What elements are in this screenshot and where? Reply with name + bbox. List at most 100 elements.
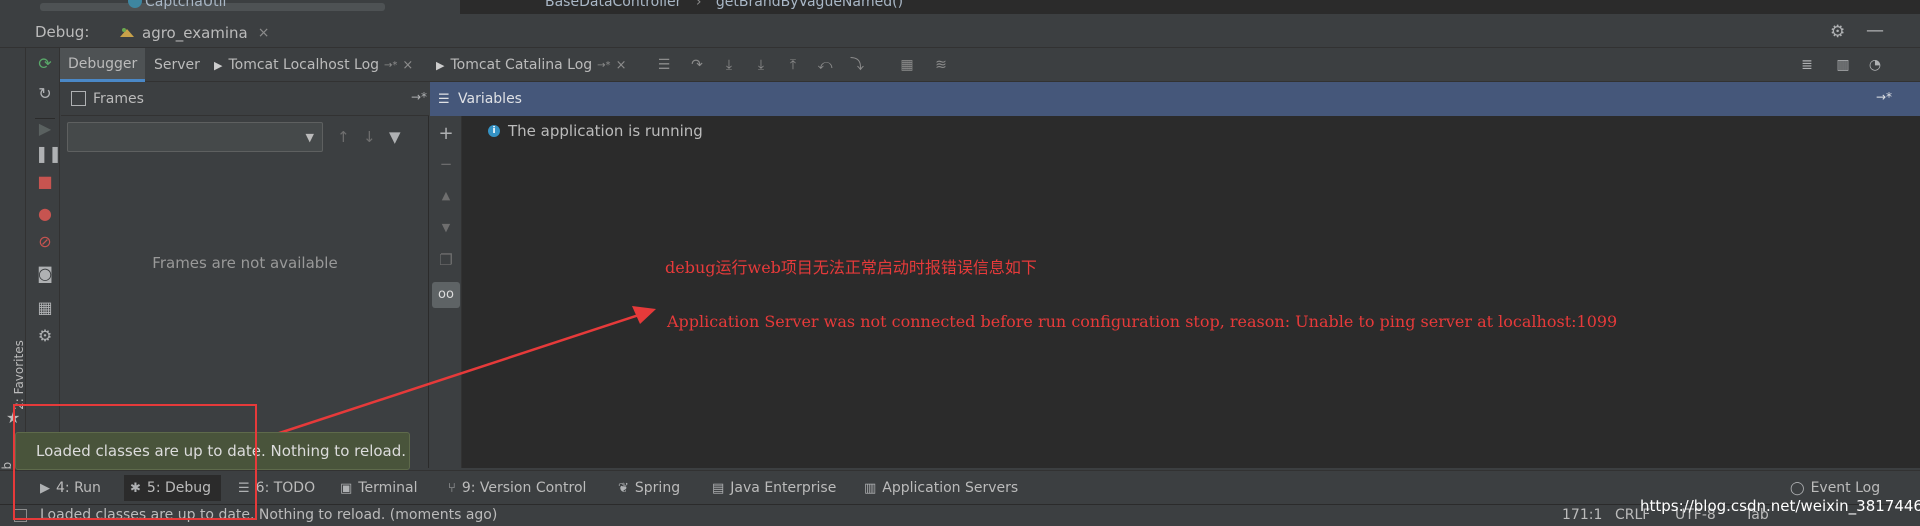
force-step-into-icon[interactable]: ⤓ xyxy=(752,57,770,73)
java-enterprise-icon: ▤ xyxy=(712,480,725,496)
caret-position[interactable]: 171:1 xyxy=(1562,507,1602,523)
step-over-icon[interactable]: ↷ xyxy=(688,57,706,73)
evaluate-expression-icon[interactable]: ▦ xyxy=(898,57,916,73)
move-down-icon[interactable]: ▼ xyxy=(438,220,454,236)
move-up-icon[interactable]: ▲ xyxy=(438,188,454,204)
chevron-down-icon: ▼ xyxy=(305,131,314,144)
tab-catalina-log-label: Tomcat Catalina Log xyxy=(450,57,593,73)
pause-icon[interactable]: ❚❚ xyxy=(35,144,62,164)
rerun-icon[interactable]: ⟳ xyxy=(35,54,55,74)
frames-empty-text: Frames are not available xyxy=(152,254,338,272)
tomcat-icon xyxy=(120,28,134,37)
tool-window-bar: ▶ 4: Run ✱ 5: Debug ☰ 6: TODO ▣ Terminal… xyxy=(0,470,1920,504)
copy-icon[interactable]: ❐ xyxy=(438,252,454,268)
run-to-cursor-icon[interactable]: ⤵ xyxy=(848,57,866,73)
breadcrumb[interactable]: BaseDataController › getBrandByVagueName… xyxy=(545,0,903,10)
variables-content: i The application is running xyxy=(462,116,1920,468)
breadcrumb-class[interactable]: BaseDataController xyxy=(545,0,681,10)
status-bar: Loaded classes are up to date. Nothing t… xyxy=(0,504,1920,526)
frames-title: Frames xyxy=(93,91,144,107)
annotation-title: debug运行web项目无法正常启动时报错误信息如下 xyxy=(665,258,1037,277)
tool-java-enterprise[interactable]: ▤ Java Enterprise xyxy=(712,478,836,498)
frames-header: Frames →* xyxy=(61,82,429,116)
gear-icon[interactable]: ⚙ xyxy=(1830,22,1848,42)
resume-icon[interactable]: ▶ xyxy=(35,118,55,138)
pin-icon[interactable]: →* xyxy=(384,60,397,71)
tab-localhost-log-label: Tomcat Localhost Log xyxy=(228,57,380,73)
variables-toolbar: + − ▲ ▼ ❐ oo xyxy=(430,116,462,468)
step-out-icon[interactable]: ⤒ xyxy=(784,57,802,73)
thread-selector[interactable]: ▼ xyxy=(67,122,323,152)
breadcrumb-separator: › xyxy=(695,0,702,10)
tool-event-log[interactable]: ◯ Event Log xyxy=(1790,478,1880,498)
add-watch-icon[interactable]: + xyxy=(438,125,454,143)
editor-strip: CaptchaUtil BaseDataController › getBran… xyxy=(0,0,1920,14)
favorites-tool-button[interactable]: 2: Favorites xyxy=(12,340,26,410)
tool-spring-label: Spring xyxy=(634,480,681,496)
mute-breakpoints-icon[interactable]: ⊘ xyxy=(35,232,55,252)
restore-layout-icon[interactable]: ≣ xyxy=(1798,57,1816,73)
layout-settings-icon[interactable]: ▥ xyxy=(1834,57,1852,73)
tool-application-servers[interactable]: ▥ Application Servers xyxy=(864,478,1018,498)
filter-icon[interactable]: ▼ xyxy=(389,128,401,146)
debug-session-tab[interactable]: agro_examina × xyxy=(110,20,277,46)
annotation-highlight-box xyxy=(13,404,257,520)
pin-icon[interactable]: →* xyxy=(597,60,610,71)
trace-stream-icon[interactable]: ≋ xyxy=(932,57,950,73)
debug-tool-window-header: Debug: agro_examina × ⚙ — xyxy=(0,14,1920,48)
step-into-icon[interactable]: ⤓ xyxy=(720,57,738,73)
console-icon: ▶ xyxy=(436,58,445,72)
drop-frame-icon[interactable]: ⤺ xyxy=(816,57,834,73)
tab-debugger[interactable]: Debugger xyxy=(60,48,146,82)
pin-icon[interactable]: →* xyxy=(411,90,427,104)
spring-leaf-icon: ❦ xyxy=(618,480,629,496)
pin-icon[interactable]: →* xyxy=(1876,90,1892,104)
close-icon[interactable]: × xyxy=(402,58,413,73)
event-log-icon: ◯ xyxy=(1790,480,1805,496)
class-name[interactable]: CaptchaUtil xyxy=(145,0,226,10)
next-frame-icon[interactable]: ↓ xyxy=(363,128,376,146)
tool-todo-label: 6: TODO xyxy=(255,480,316,496)
tool-version-control[interactable]: ⑂ 9: Version Control xyxy=(448,478,586,498)
show-execution-point-icon[interactable]: ☰ xyxy=(655,57,673,73)
tool-java-ee-label: Java Enterprise xyxy=(730,480,837,496)
tool-terminal[interactable]: ▣ Terminal xyxy=(340,478,417,498)
settings-icon[interactable]: ⚙ xyxy=(35,326,55,346)
debug-session-name: agro_examina xyxy=(142,24,248,42)
update-icon[interactable]: ↻ xyxy=(35,84,55,104)
tab-tomcat-localhost-log[interactable]: ▶ Tomcat Localhost Log →* × xyxy=(206,48,421,82)
breadcrumb-method[interactable]: getBrandByVagueNamed() xyxy=(716,0,903,10)
debug-title: Debug: xyxy=(35,23,90,41)
tool-spring[interactable]: ❦ Spring xyxy=(618,478,680,498)
running-message-text: The application is running xyxy=(508,122,703,140)
glasses-icon[interactable]: oo xyxy=(432,282,460,308)
watermark: https://blog.csdn.net/weixin_38174468 xyxy=(1640,497,1920,515)
view-breakpoints-icon[interactable]: ● xyxy=(35,204,55,224)
gauge-icon[interactable]: ◔ xyxy=(1866,57,1884,73)
close-icon[interactable]: × xyxy=(616,58,627,73)
tool-event-log-label: Event Log xyxy=(1810,480,1881,496)
debug-tab-bar: Debugger Server ▶ Tomcat Localhost Log →… xyxy=(60,48,1920,82)
branch-icon: ⑂ xyxy=(448,480,456,496)
variables-header: ☰ Variables →* xyxy=(430,82,1920,116)
layout-icon[interactable]: ▦ xyxy=(35,298,55,318)
info-icon: i xyxy=(488,125,500,137)
tool-terminal-label: Terminal xyxy=(358,480,418,496)
remove-watch-icon[interactable]: − xyxy=(438,156,454,172)
frames-icon xyxy=(71,91,86,106)
previous-frame-icon[interactable]: ↑ xyxy=(337,128,350,146)
tool-vcs-label: 9: Version Control xyxy=(461,480,587,496)
tab-server[interactable]: Server xyxy=(146,48,208,82)
minimize-icon[interactable]: — xyxy=(1866,20,1884,41)
annotation-error: Application Server was not connected bef… xyxy=(667,312,1618,331)
app-servers-icon: ▥ xyxy=(864,480,877,496)
close-icon[interactable]: × xyxy=(258,25,270,41)
running-message: i The application is running xyxy=(488,122,703,140)
variables-title: Variables xyxy=(458,91,522,107)
camera-icon[interactable]: ◙ xyxy=(35,264,55,284)
tab-tomcat-catalina-log[interactable]: ▶ Tomcat Catalina Log →* × xyxy=(428,48,634,82)
stop-icon[interactable]: ■ xyxy=(35,172,55,192)
tab-server-label: Server xyxy=(154,57,200,73)
console-icon: ▶ xyxy=(214,58,223,72)
tab-debugger-label: Debugger xyxy=(68,55,138,72)
